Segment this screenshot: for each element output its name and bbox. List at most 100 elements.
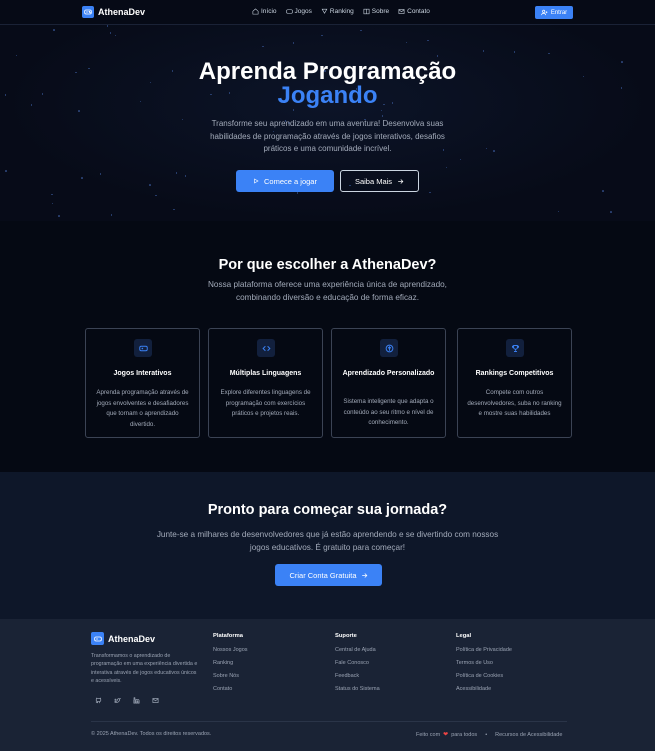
footer-divider (91, 721, 567, 722)
star-dot (429, 191, 431, 194)
create-free-account-button[interactable]: Criar Conta Gratuita (275, 564, 382, 586)
linkedin-icon[interactable] (133, 697, 140, 704)
nav-links: Início Jogos Ranking Sobre Contato (252, 8, 430, 15)
nav-link-label: Jogos (294, 8, 312, 15)
star-dot (175, 172, 178, 174)
footer-link[interactable]: Sobre Nós (213, 673, 248, 680)
nav-link-jogos[interactable]: Jogos (285, 8, 312, 15)
star-dot (427, 39, 429, 42)
star-dot (493, 150, 495, 152)
star-dot (58, 215, 60, 217)
star-dot (51, 202, 54, 205)
mail-icon (398, 9, 405, 14)
nav-link-label: Ranking (329, 8, 354, 15)
footer-brand[interactable]: AthenaDev (91, 632, 155, 645)
book-icon (363, 8, 370, 15)
login-button[interactable]: Entrar (535, 6, 573, 19)
nav-link-ranking[interactable]: Ranking (321, 8, 354, 15)
cta-description: Junte-se a milhares de desenvolvedores q… (156, 530, 499, 552)
github-icon[interactable] (95, 697, 102, 704)
twitter-icon[interactable] (114, 697, 121, 704)
home-icon (252, 8, 259, 15)
learn-more-button[interactable]: Saiba Mais (340, 170, 419, 192)
star-dot (155, 194, 157, 197)
footer-link[interactable]: Central de Ajuda (335, 647, 380, 654)
nav-link-label: Início (261, 8, 277, 15)
arrow-right-icon (398, 178, 404, 184)
footer-link[interactable]: Acessibilidade (456, 686, 512, 693)
brand-logo[interactable]: AthenaDev (82, 6, 145, 18)
star-dot (405, 41, 408, 44)
star-dot (262, 45, 264, 48)
accessibility-resources-link[interactable]: Recursos de Acessibilidade (495, 732, 562, 738)
card-title: Aprendizado Personalizado (342, 370, 435, 377)
footer-column-title: Plataforma (213, 633, 243, 639)
gamepad-logo-icon (91, 632, 104, 645)
card-description: Sistema inteligente que adapta o conteúd… (343, 398, 434, 426)
feature-card-multiple-languages: Múltiplas Linguagens Explore diferentes … (208, 328, 323, 438)
why-title: Por que escolher a AthenaDev? (218, 257, 437, 273)
trophy-icon (321, 8, 328, 14)
nav-link-sobre[interactable]: Sobre (363, 8, 389, 15)
footer-link[interactable]: Termos de Uso (456, 660, 512, 667)
footer-column-platform: Plataforma Nossos Jogos Ranking Sobre Nó… (213, 633, 248, 699)
star-dot (181, 118, 184, 121)
footer-link[interactable]: Ranking (213, 660, 248, 667)
star-dot (360, 29, 362, 32)
mail-icon[interactable] (152, 697, 159, 704)
star-dot (602, 190, 604, 192)
footer-link[interactable]: Política de Cookies (456, 673, 512, 680)
star-dot (610, 211, 612, 213)
code-icon (257, 339, 275, 357)
made-with-suffix: para todos (451, 731, 478, 738)
footer-link[interactable]: Nossos Jogos (213, 647, 248, 654)
star-dot (114, 34, 117, 37)
feature-card-interactive-games: Jogos Interativos Aprenda programação at… (85, 328, 200, 438)
star-dot (5, 170, 7, 172)
social-links (95, 697, 159, 704)
star-dot (81, 177, 83, 179)
star-dot (445, 166, 448, 169)
star-dot (296, 192, 299, 194)
footer-column-title: Suporte (335, 633, 357, 639)
nav-link-contato[interactable]: Contato (398, 8, 430, 15)
hero-description: Transforme seu aprendizado em uma aventu… (210, 119, 445, 153)
footer-link[interactable]: Feedback (335, 673, 380, 680)
made-with-prefix: Feito com (416, 731, 441, 738)
gamepad-icon (285, 9, 293, 14)
card-title: Jogos Interativos (113, 370, 172, 377)
star-dot (513, 51, 516, 53)
star-dot (436, 55, 439, 57)
feature-card-personalized-learning: Aprendizado Personalizado Sistema inteli… (331, 328, 446, 438)
gamepad-icon (134, 339, 152, 357)
star-dot (51, 193, 53, 196)
star-dot (78, 110, 80, 112)
footer-column-support: Suporte Central de Ajuda Fale Conosco Fe… (335, 633, 380, 699)
copyright: © 2025 AthenaDev. Todos os direitos rese… (91, 731, 212, 737)
footer-bottom-right: Feito com ❤ para todos • Recursos de Ace… (416, 731, 562, 739)
star-dot (380, 109, 383, 112)
feature-card-competitive-rankings: Rankings Competitivos Compete com outros… (457, 328, 572, 438)
card-title: Múltiplas Linguagens (229, 370, 302, 377)
why-section: Por que escolher a AthenaDev? Nossa plat… (0, 221, 655, 472)
footer-link[interactable]: Status do Sistema (335, 686, 380, 693)
star-dot (459, 158, 462, 161)
footer-link[interactable]: Contato (213, 686, 248, 693)
nav-link-inicio[interactable]: Início (252, 8, 277, 15)
star-dot (53, 29, 55, 31)
start-playing-button[interactable]: Comece a jogar (236, 170, 334, 192)
footer-link[interactable]: Fale Conosco (335, 660, 380, 667)
cta-section: Pronto para começar sua jornada? Junte-s… (0, 472, 655, 619)
footer-column-legal: Legal Política de Privacidade Termos de … (456, 633, 512, 699)
star-dot (292, 42, 295, 44)
top-navbar: AthenaDev Início Jogos Ranking Sobre Con… (0, 0, 655, 25)
star-dot (99, 173, 102, 175)
star-dot (557, 210, 560, 213)
star-dot (109, 32, 112, 34)
star-dot (184, 175, 187, 177)
heart-icon: ❤ (443, 732, 449, 738)
why-description: Nossa plataforma oferece uma experiência… (208, 280, 447, 302)
nav-link-label: Sobre (371, 8, 390, 15)
footer-brand-name: AthenaDev (108, 633, 156, 644)
footer-link[interactable]: Política de Privacidade (456, 647, 512, 654)
